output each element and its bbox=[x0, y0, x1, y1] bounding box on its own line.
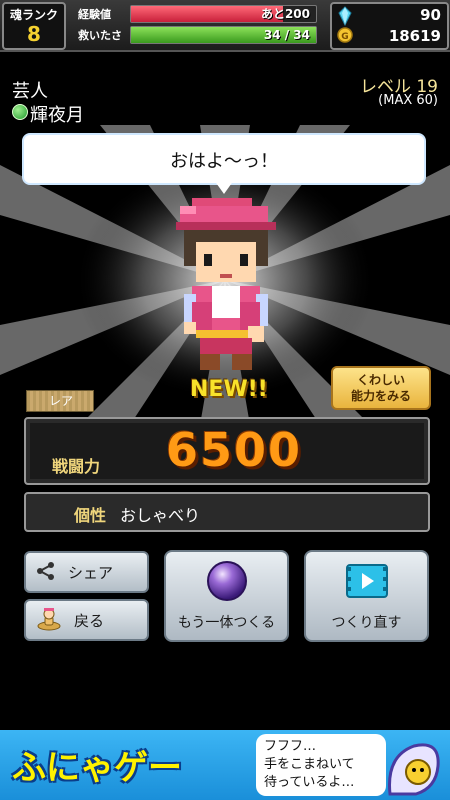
view-details-label: くわしい 能力をみる bbox=[350, 373, 411, 403]
speech-bubble-tail bbox=[214, 180, 234, 194]
gem-count: 90 bbox=[420, 6, 441, 24]
remake-button[interactable]: つくり直す bbox=[304, 550, 429, 642]
exp-bar-fill bbox=[131, 6, 283, 22]
share-icon bbox=[37, 562, 54, 580]
soul-rank-value: 8 bbox=[27, 22, 41, 46]
share-button[interactable]: シェア bbox=[24, 551, 149, 593]
soul-rank-label: 魂ランク bbox=[9, 8, 58, 22]
trait-label: 個性 bbox=[74, 506, 107, 525]
coin-count: 18619 bbox=[388, 27, 441, 45]
remake-label: つくり直す bbox=[331, 615, 402, 631]
character-sprite bbox=[176, 198, 276, 370]
share-label: シェア bbox=[68, 564, 114, 582]
video-icon bbox=[346, 564, 388, 598]
svg-text:G: G bbox=[341, 32, 348, 42]
rescued-bar: 34 / 34 bbox=[130, 26, 317, 44]
trait-panel: 個性 おしゃべり bbox=[24, 492, 430, 532]
status-dot-icon bbox=[12, 104, 28, 120]
back-figure-icon bbox=[37, 608, 61, 631]
ad-banner[interactable]: ふにゃゲー フフフ… 手をこまねいて 待っているよ… bbox=[0, 730, 450, 800]
rarity-badge: レア bbox=[26, 390, 94, 412]
coin-icon: G bbox=[337, 27, 353, 43]
exp-remaining: あと200 bbox=[260, 7, 310, 21]
exp-label: 経験値 bbox=[78, 8, 111, 21]
character-name: 輝夜月 bbox=[30, 105, 84, 126]
combat-power-label: 戦闘力 bbox=[52, 457, 101, 476]
view-details-button[interactable]: くわしい 能力をみる bbox=[331, 366, 431, 410]
ad-title: ふにゃゲー bbox=[12, 748, 182, 788]
rescued-count: 34 / 34 bbox=[263, 28, 310, 42]
crystal-orb-icon bbox=[207, 561, 247, 601]
soul-rank-box: 魂ランク 8 bbox=[2, 2, 66, 50]
combat-power-value: 6500 bbox=[166, 423, 303, 477]
ad-speech-bubble: フフフ… 手をこまねいて 待っているよ… bbox=[256, 734, 386, 796]
speech-bubble: おはよ～っ！ bbox=[22, 133, 426, 185]
speech-text: おはよ～っ！ bbox=[170, 151, 278, 172]
character-level-max: (MAX 60) bbox=[378, 93, 438, 108]
back-label: 戻る bbox=[74, 612, 105, 630]
new-badge: NEW!! bbox=[190, 377, 268, 402]
trait-value: おしゃべり bbox=[120, 506, 201, 525]
currency-box: 90 G 18619 bbox=[330, 2, 449, 50]
back-button[interactable]: 戻る bbox=[24, 599, 149, 641]
create-another-label: もう一体つくる bbox=[177, 615, 276, 631]
ad-speech-text: フフフ… 手をこまねいて 待っているよ… bbox=[264, 739, 355, 790]
rescued-label: 救いたさ bbox=[78, 29, 122, 42]
create-another-button[interactable]: もう一体つくる bbox=[164, 550, 289, 642]
gem-icon bbox=[338, 6, 352, 26]
combat-power-panel: 戦闘力 6500 bbox=[24, 417, 430, 485]
status-bar: 魂ランク 8 経験値 あと200 救いたさ 34 / 34 90 G 18619 bbox=[0, 0, 450, 52]
ad-mascot-icon bbox=[388, 743, 440, 796]
exp-bar: あと200 bbox=[130, 5, 317, 23]
character-job: 芸人 bbox=[12, 81, 48, 102]
